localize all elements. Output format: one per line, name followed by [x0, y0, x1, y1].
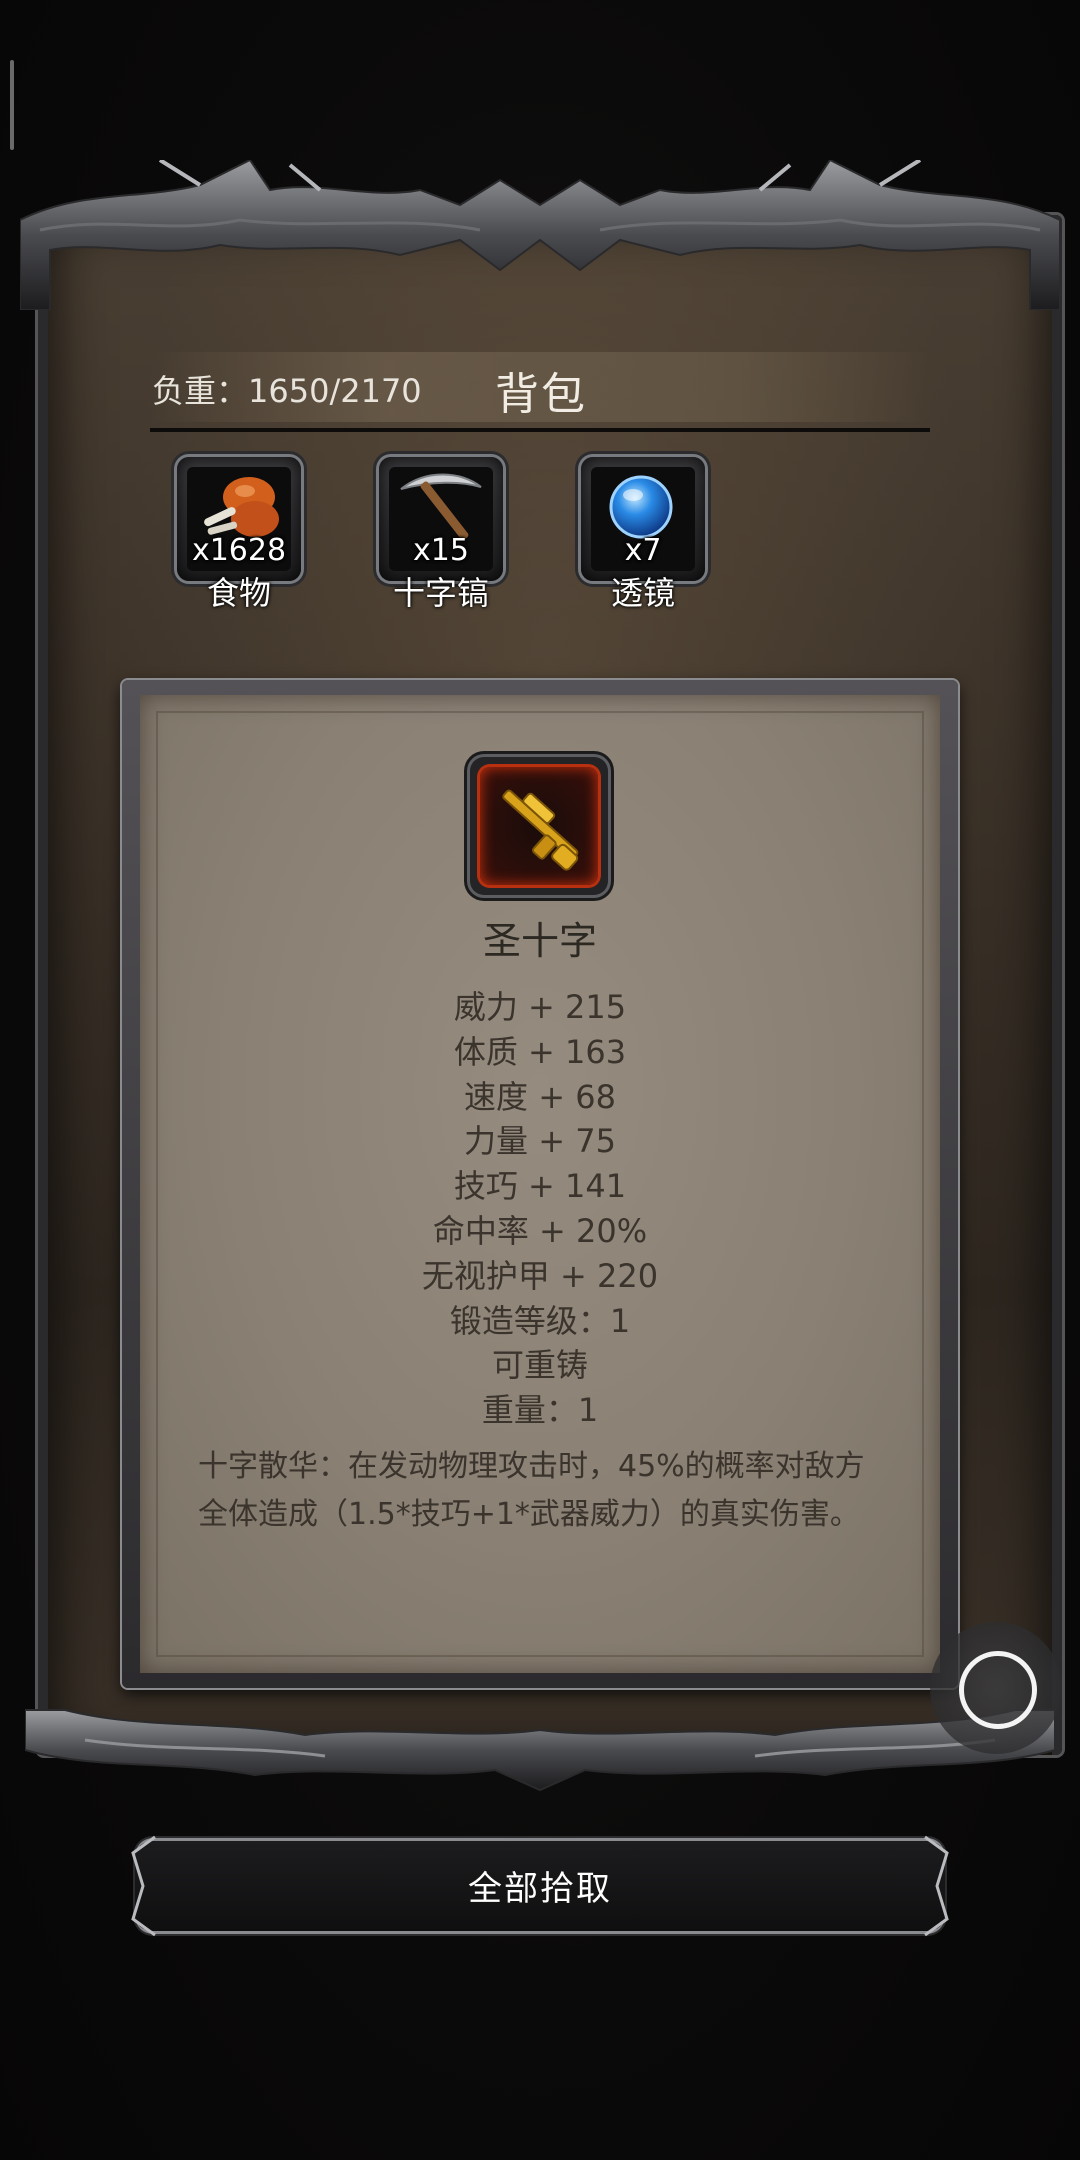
item-slot-lens[interactable]: x7: [581, 457, 705, 581]
stat-line: 无视护甲 + 220: [421, 1256, 659, 1295]
item-slot-pickaxe[interactable]: x15: [379, 457, 503, 581]
circle-icon: [959, 1651, 1037, 1729]
skill-description: 十字散华：在发动物理攻击时，45%的概率对敌方全体造成（1.5*技巧+1*武器威…: [198, 1449, 865, 1532]
stat-line: 速度 + 68: [464, 1077, 616, 1116]
title-divider: [150, 428, 930, 432]
stat-line: 威力 + 215: [453, 988, 627, 1026]
page-title: 背包: [495, 369, 587, 420]
weapon-slot-glow: [480, 767, 598, 885]
item-name: 食物: [206, 574, 271, 612]
item-detail-card: 圣十字 威力 + 215 体质 + 163 速度 + 68 力量 + 75 技巧…: [140, 695, 940, 1673]
item-slot-food[interactable]: x1628: [177, 457, 301, 581]
game-screen: 负重：1650/2170 背包 x1628 食物 x15 十字镐 x7 透镜 圣…: [0, 0, 1080, 2160]
edge-indicator: [10, 60, 14, 150]
weapon-slot: [470, 757, 608, 895]
stat-line: 可重铸: [491, 1346, 588, 1385]
weapon-name: 圣十字: [482, 919, 597, 963]
ornate-frame-bottom: [25, 1709, 1055, 1792]
weight-capacity: 负重：1650/2170: [152, 372, 422, 410]
weapon-stats: 威力 + 215 体质 + 163 速度 + 68 力量 + 75 技巧 + 1…: [140, 985, 940, 1433]
stat-line: 重量：1: [481, 1391, 599, 1430]
pick-all-label: 全部拾取: [468, 1869, 612, 1909]
stat-line: 技巧 + 141: [453, 1167, 627, 1206]
stat-line: 力量 + 75: [464, 1122, 616, 1161]
stat-line: 锻造等级：1: [449, 1301, 631, 1340]
stat-line: 命中率 + 20%: [432, 1211, 648, 1250]
item-count: x1628: [191, 533, 287, 568]
item-name: 十字镐: [392, 574, 489, 612]
stat-line: 体质 + 163: [453, 1032, 627, 1071]
floating-assist-button[interactable]: [930, 1622, 1062, 1754]
item-count: x7: [624, 533, 662, 568]
golden-rifle-icon: [502, 789, 579, 871]
ornate-frame-top: [20, 160, 1060, 310]
item-count: x15: [413, 533, 469, 568]
item-name: 透镜: [610, 574, 675, 612]
pick-all-button[interactable]: 全部拾取: [131, 1835, 949, 1937]
